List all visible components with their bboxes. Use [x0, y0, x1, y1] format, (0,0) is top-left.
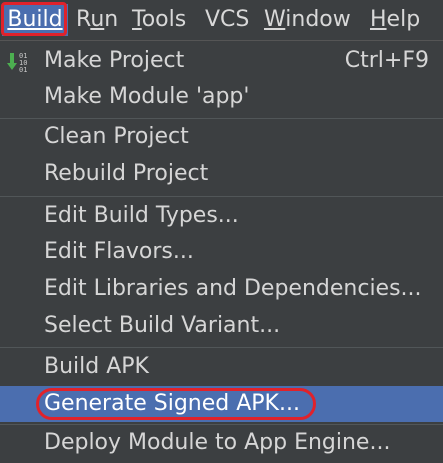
build-highlight-ring	[1, 2, 67, 36]
menu-tools[interactable]: Tools	[132, 4, 186, 36]
menu-item-make-project[interactable]: 01 10 01 Make Project Ctrl+F9	[0, 43, 443, 79]
menu-item-select-build-variant[interactable]: Select Build Variant...	[0, 308, 443, 344]
menu-run-label: Run	[76, 7, 119, 32]
build-menu-dropdown: 01 10 01 Make Project Ctrl+F9 Make Modul…	[0, 40, 443, 463]
make-module-label: Make Module 'app'	[44, 84, 250, 109]
menu-vcs-label: VCS	[205, 7, 250, 32]
menu-item-edit-flavors[interactable]: Edit Flavors...	[0, 234, 443, 270]
menu-item-rebuild-project[interactable]: Rebuild Project	[0, 156, 443, 192]
svg-text:01: 01	[19, 66, 27, 73]
menu-window-label: Window	[264, 7, 351, 32]
menu-item-clean-project[interactable]: Clean Project	[0, 119, 443, 155]
menu-item-edit-libraries[interactable]: Edit Libraries and Dependencies...	[0, 271, 443, 307]
clean-project-label: Clean Project	[44, 124, 189, 149]
menu-bar: Build Run Tools VCS Window Help	[0, 0, 443, 40]
menu-item-build-apk[interactable]: Build APK	[0, 349, 443, 385]
menu-item-generate-signed-apk[interactable]: Generate Signed APK...	[0, 386, 443, 422]
menu-vcs[interactable]: VCS	[205, 4, 249, 36]
menu-tools-label: Tools	[132, 7, 187, 32]
select-build-variant-label: Select Build Variant...	[44, 313, 281, 338]
menu-item-make-module[interactable]: Make Module 'app'	[0, 79, 443, 115]
menu-separator	[0, 347, 443, 348]
menu-window[interactable]: Window	[264, 4, 351, 36]
build-apk-label: Build APK	[44, 354, 149, 379]
make-project-shortcut: Ctrl+F9	[344, 48, 429, 73]
edit-libraries-label: Edit Libraries and Dependencies...	[44, 276, 422, 301]
menu-item-deploy-module[interactable]: Deploy Module to App Engine...	[0, 425, 443, 461]
menu-help-label: Help	[370, 7, 421, 32]
edit-build-types-label: Edit Build Types...	[44, 203, 239, 228]
make-project-label: Make Project	[44, 48, 185, 73]
rebuild-project-label: Rebuild Project	[44, 161, 209, 186]
menu-separator	[0, 196, 443, 197]
menu-item-edit-build-types[interactable]: Edit Build Types...	[0, 198, 443, 234]
edit-flavors-label: Edit Flavors...	[44, 239, 194, 264]
menu-run[interactable]: Run	[76, 4, 118, 36]
deploy-module-label: Deploy Module to App Engine...	[44, 430, 391, 455]
menu-help[interactable]: Help	[370, 4, 420, 36]
menu-build[interactable]: Build	[1, 2, 68, 36]
generate-signed-apk-label: Generate Signed APK...	[44, 391, 300, 416]
make-project-icon: 01 10 01	[7, 52, 27, 73]
